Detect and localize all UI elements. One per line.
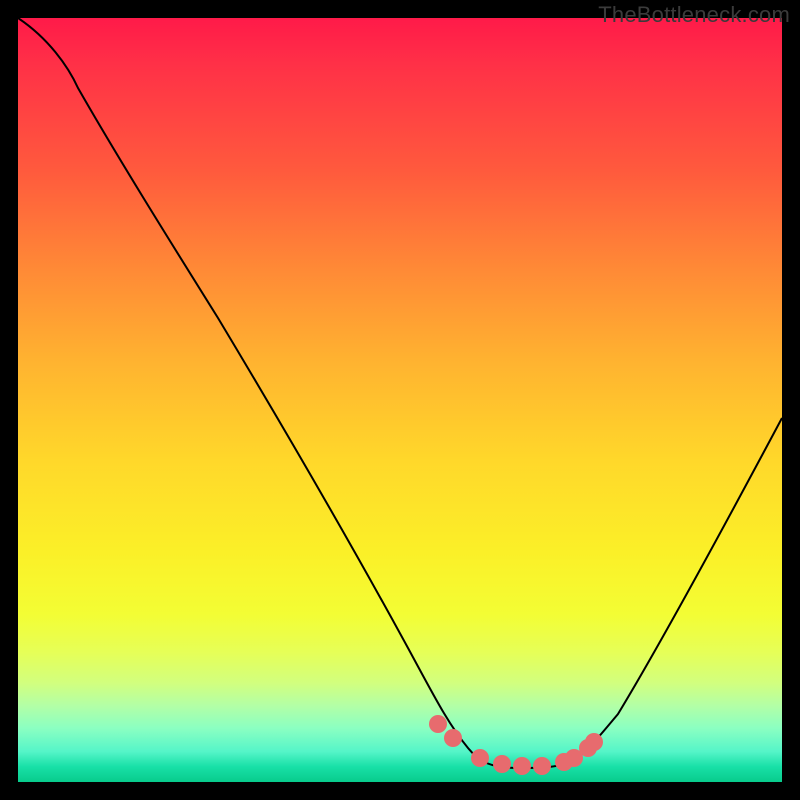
bottleneck-curve [18, 18, 782, 768]
bottleneck-chart [18, 18, 782, 782]
highlighted-points [429, 715, 603, 775]
chart-frame [18, 18, 782, 782]
watermark-text: TheBottleneck.com [598, 2, 790, 28]
